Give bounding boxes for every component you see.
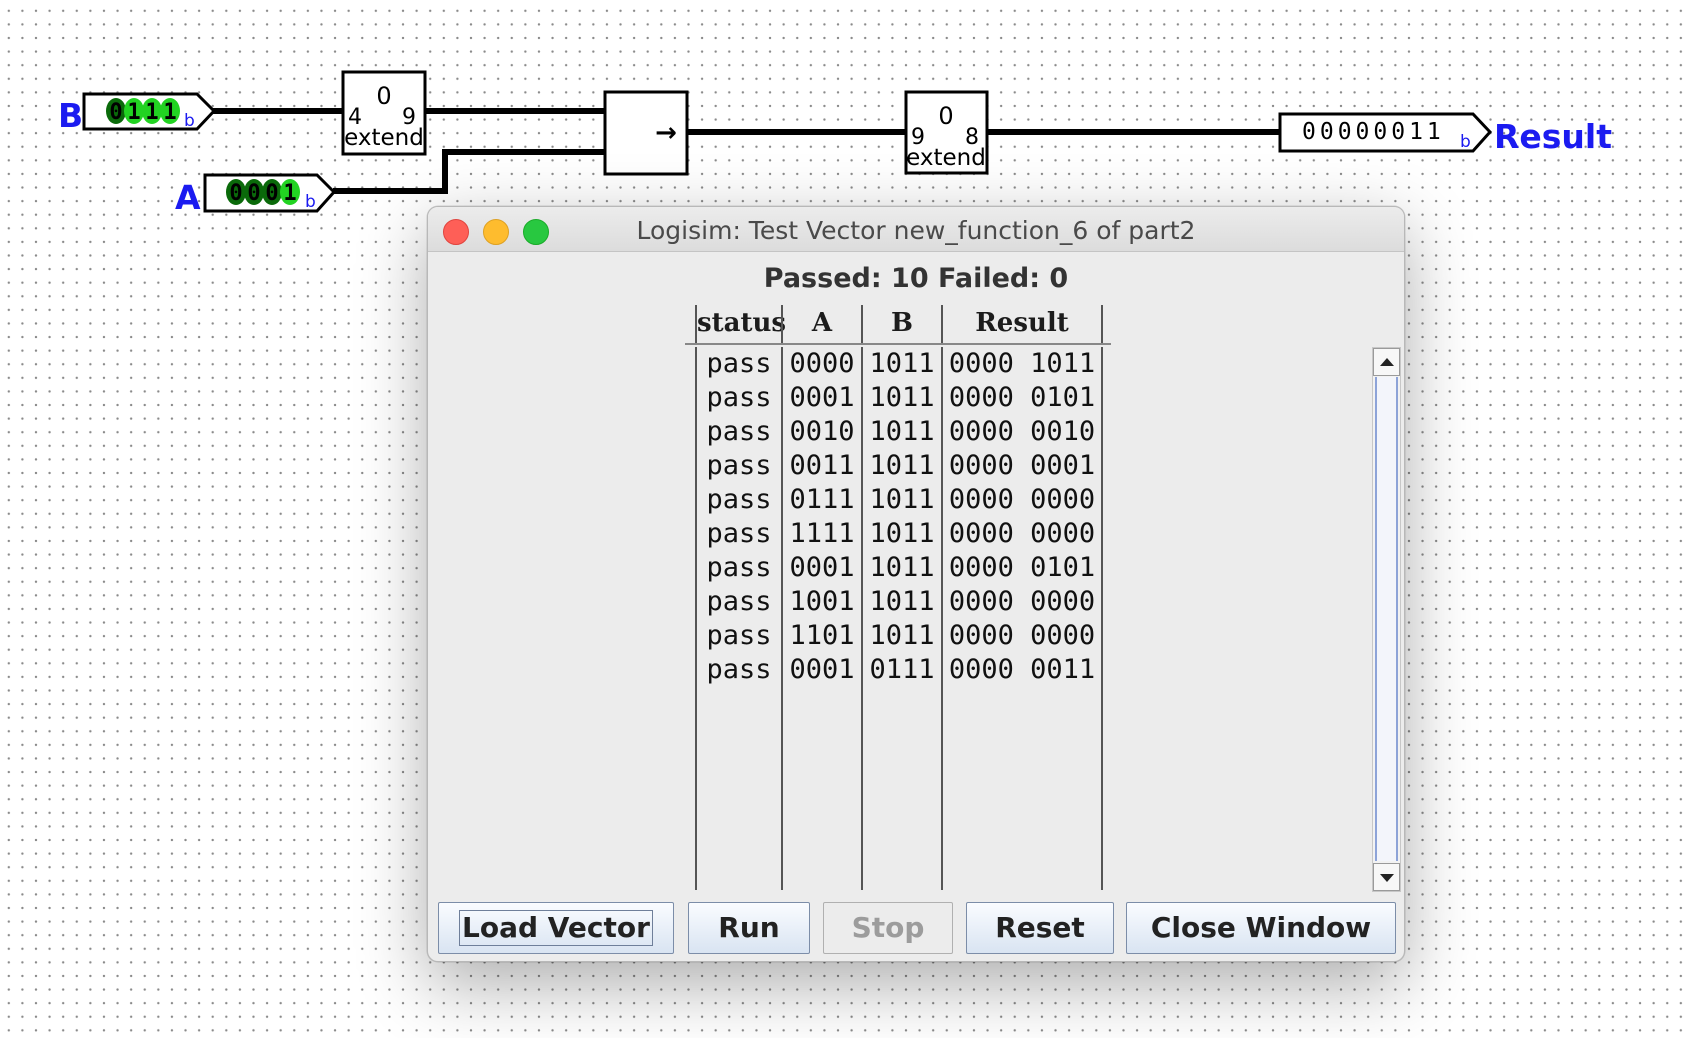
window-title: Logisim: Test Vector new_function_6 of p…: [636, 216, 1196, 245]
cell-a: 0001: [789, 382, 855, 413]
cell-a: 0001: [789, 654, 855, 685]
cell-a: 0111: [789, 484, 855, 515]
load-vector-button[interactable]: Load Vector: [438, 902, 674, 954]
arrow-down-icon: [1380, 874, 1394, 882]
cell-result: 0000 0000: [948, 518, 1096, 549]
cell-a: 0010: [789, 416, 855, 447]
cell-a: 1111: [789, 518, 855, 549]
bit-extender-1[interactable]: 0 4 9 extend: [341, 70, 427, 156]
reset-button[interactable]: Reset: [966, 902, 1114, 954]
pin-b-radix: b: [184, 111, 195, 131]
cell-status: pass: [706, 416, 772, 447]
bit-value: 1: [163, 100, 176, 125]
result-value: 00000011: [1302, 119, 1445, 145]
bit-value: 0: [265, 181, 278, 206]
bit-value: 1: [127, 100, 140, 125]
cell-result: 0000 0001: [948, 450, 1096, 481]
bit-value: 1: [145, 100, 158, 125]
table-row[interactable]: pass 0111 1011 0000 0000: [695, 483, 1105, 517]
load-vector-label: Load Vector: [459, 910, 653, 946]
cell-status: pass: [706, 518, 772, 549]
bit-value: 1: [283, 181, 296, 206]
cell-result: 0000 0000: [948, 586, 1096, 617]
result-radix: b: [1460, 132, 1471, 152]
cell-b: 1011: [869, 348, 935, 379]
cell-status: pass: [706, 382, 772, 413]
result-label: Result: [1494, 117, 1612, 156]
cell-status: pass: [706, 586, 772, 617]
window-titlebar[interactable]: Logisim: Test Vector new_function_6 of p…: [428, 207, 1404, 252]
close-window-button[interactable]: Close Window: [1126, 902, 1396, 954]
bit-value: 0: [247, 181, 260, 206]
cell-b: 1011: [869, 620, 935, 651]
column-header-a[interactable]: A: [781, 305, 861, 343]
column-header-status[interactable]: status: [695, 305, 786, 343]
shifter[interactable]: →: [603, 90, 689, 176]
cell-b: 0111: [869, 654, 935, 685]
table-row[interactable]: pass 0001 0111 0000 0011: [695, 653, 1105, 687]
table-row[interactable]: pass 0001 1011 0000 0101: [695, 551, 1105, 585]
cell-result: 0000 1011: [948, 348, 1096, 379]
pin-a-radix: b: [305, 192, 316, 212]
cell-b: 1011: [869, 450, 935, 481]
cell-status: pass: [706, 484, 772, 515]
cell-result: 0000 0000: [948, 620, 1096, 651]
test-vector-window: Logisim: Test Vector new_function_6 of p…: [427, 206, 1405, 962]
cell-result: 0000 0101: [948, 552, 1096, 583]
cell-result: 0000 0010: [948, 416, 1096, 447]
scrollbar-thumb[interactable]: [1375, 377, 1398, 861]
extender-2-top: 0: [938, 102, 953, 130]
shifter-arrow-icon: →: [655, 118, 677, 148]
table-row[interactable]: pass 1101 1011 0000 0000: [695, 619, 1105, 653]
table-row[interactable]: pass 0011 1011 0000 0001: [695, 449, 1105, 483]
cell-status: pass: [706, 620, 772, 651]
table-row[interactable]: pass 0000 1011 0000 1011: [695, 347, 1105, 381]
cell-status: pass: [706, 450, 772, 481]
vertical-scrollbar[interactable]: [1372, 347, 1401, 892]
cell-b: 1011: [869, 382, 935, 413]
table-row[interactable]: pass 0001 1011 0000 0101: [695, 381, 1105, 415]
cell-a: 1101: [789, 620, 855, 651]
table-row[interactable]: pass 1001 1011 0000 0000: [695, 585, 1105, 619]
bit-value: 0: [229, 181, 242, 206]
cell-a: 1001: [789, 586, 855, 617]
extender-1-top: 0: [376, 82, 391, 110]
cell-result: 0000 0011: [948, 654, 1096, 685]
input-pin-a[interactable]: A 0001 b: [175, 173, 337, 217]
table-row[interactable]: pass 1111 1011 0000 0000: [695, 517, 1105, 551]
header-divider: [685, 343, 1111, 345]
bit-extender-2[interactable]: 0 9 8 extend: [904, 90, 989, 175]
table-row[interactable]: pass 0010 1011 0000 0010: [695, 415, 1105, 449]
run-button[interactable]: Run: [688, 902, 810, 954]
bit-value: 0: [109, 100, 122, 125]
cell-b: 1011: [869, 552, 935, 583]
test-summary: Passed: 10 Failed: 0: [763, 263, 1069, 294]
scroll-down-button[interactable]: [1373, 863, 1400, 891]
cell-b: 1011: [869, 586, 935, 617]
cell-status: pass: [706, 348, 772, 379]
cell-a: 0001: [789, 552, 855, 583]
cell-result: 0000 0000: [948, 484, 1096, 515]
stop-button[interactable]: Stop: [823, 902, 953, 954]
wire-a-to-shifter: [333, 149, 608, 194]
cell-a: 0000: [789, 348, 855, 379]
cell-b: 1011: [869, 484, 935, 515]
cell-status: pass: [706, 654, 772, 685]
cell-a: 0011: [789, 450, 855, 481]
cell-result: 0000 0101: [948, 382, 1096, 413]
output-pin-result[interactable]: 00000011 b Result: [1278, 112, 1612, 156]
column-header-b[interactable]: B: [861, 305, 941, 343]
extender-2-label: extend: [906, 145, 986, 171]
scroll-up-button[interactable]: [1373, 348, 1400, 376]
cell-b: 1011: [869, 416, 935, 447]
arrow-up-icon: [1380, 358, 1394, 366]
extender-1-label: extend: [344, 125, 424, 151]
cell-b: 1011: [869, 518, 935, 549]
input-pin-b[interactable]: B 0111 b: [58, 92, 217, 135]
column-header-result[interactable]: Result: [941, 305, 1103, 343]
pin-b-label: B: [58, 96, 83, 135]
cell-status: pass: [706, 552, 772, 583]
pin-a-label: A: [175, 178, 201, 217]
